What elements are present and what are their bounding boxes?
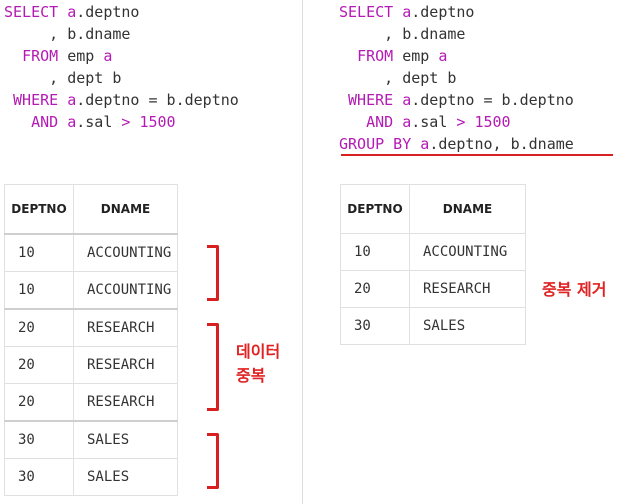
right-result-table: DEPTNO DNAME 10 ACCOUNTING 20 RESEARCH 3… bbox=[340, 184, 526, 345]
sql-keyword: AND bbox=[31, 113, 59, 131]
cell-dname: SALES bbox=[73, 458, 178, 496]
column-header-deptno: DEPTNO bbox=[340, 184, 410, 234]
cell-dname: ACCOUNTING bbox=[409, 233, 526, 271]
sql-keyword: FROM bbox=[357, 47, 394, 65]
sql-alias: a bbox=[67, 113, 77, 131]
table-header-row: DEPTNO DNAME bbox=[340, 184, 526, 234]
bracket-sales-group bbox=[207, 433, 219, 489]
sql-text: b.dname bbox=[402, 25, 466, 43]
table-row: 10 ACCOUNTING bbox=[4, 233, 178, 272]
cell-dname: SALES bbox=[409, 307, 526, 345]
column-header-deptno: DEPTNO bbox=[4, 184, 74, 235]
cell-dname: SALES bbox=[73, 420, 178, 459]
cell-deptno: 30 bbox=[340, 307, 410, 345]
right-sql-query: SELECT a.deptno , b.dname FROM emp a , d… bbox=[339, 1, 574, 155]
cell-deptno: 10 bbox=[340, 233, 410, 271]
bracket-research-group bbox=[207, 323, 219, 411]
sql-keyword: WHERE bbox=[13, 91, 59, 109]
annotation-line: 데이터 bbox=[236, 342, 281, 361]
sql-keyword: FROM bbox=[22, 47, 59, 65]
sql-alias: a bbox=[420, 135, 430, 153]
sql-text: , bbox=[384, 69, 403, 87]
annotation-line: 중복 bbox=[236, 366, 266, 385]
sql-text: .sal bbox=[411, 113, 448, 131]
sql-text: emp bbox=[67, 47, 95, 65]
sql-text: dept b bbox=[67, 69, 122, 87]
cell-dname: RESEARCH bbox=[73, 383, 178, 422]
table-row: 20 RESEARCH bbox=[340, 270, 526, 308]
cell-dname: ACCOUNTING bbox=[73, 271, 178, 310]
sql-text: emp bbox=[402, 47, 430, 65]
sql-operator: > bbox=[456, 113, 466, 131]
sql-text: , bbox=[49, 25, 68, 43]
sql-text: , bbox=[384, 25, 403, 43]
cell-deptno: 10 bbox=[4, 233, 74, 272]
table-row: 10 ACCOUNTING bbox=[340, 233, 526, 271]
group-by-underline bbox=[341, 154, 613, 156]
sql-alias: a bbox=[438, 47, 448, 65]
cell-dname: RESEARCH bbox=[73, 308, 178, 347]
sql-text: dept b bbox=[402, 69, 457, 87]
sql-keyword: WHERE bbox=[348, 91, 394, 109]
sql-alias: a bbox=[67, 3, 77, 21]
sql-text: .deptno = b.deptno bbox=[76, 91, 239, 109]
sql-text: .deptno bbox=[76, 3, 140, 21]
sql-operator: > bbox=[121, 113, 131, 131]
sql-alias: a bbox=[103, 47, 113, 65]
cell-deptno: 20 bbox=[4, 346, 74, 384]
cell-deptno: 20 bbox=[340, 270, 410, 308]
table-row: 20 RESEARCH bbox=[4, 308, 178, 347]
sql-number: 1500 bbox=[139, 113, 176, 131]
sql-text: .deptno = b.deptno bbox=[411, 91, 574, 109]
sql-text: .deptno, b.dname bbox=[429, 135, 574, 153]
annotation-data-duplicate: 데이터 중복 bbox=[236, 340, 280, 388]
bracket-accounting-group bbox=[207, 245, 219, 301]
cell-deptno: 30 bbox=[4, 458, 74, 496]
sql-keyword: AND bbox=[366, 113, 394, 131]
cell-dname: ACCOUNTING bbox=[73, 233, 178, 272]
sql-text: .deptno bbox=[411, 3, 475, 21]
panel-divider bbox=[302, 0, 303, 504]
sql-alias: a bbox=[402, 91, 412, 109]
cell-deptno: 30 bbox=[4, 420, 74, 459]
cell-deptno: 10 bbox=[4, 271, 74, 310]
left-sql-query: SELECT a.deptno , b.dname FROM emp a , d… bbox=[4, 1, 239, 133]
sql-keyword: SELECT bbox=[339, 3, 394, 21]
table-row: 30 SALES bbox=[4, 420, 178, 459]
cell-deptno: 20 bbox=[4, 383, 74, 422]
table-row: 20 RESEARCH bbox=[4, 383, 178, 422]
table-header-row: DEPTNO DNAME bbox=[4, 184, 178, 235]
sql-number: 1500 bbox=[474, 113, 511, 131]
sql-alias: a bbox=[402, 3, 412, 21]
table-row: 30 SALES bbox=[4, 458, 178, 496]
sql-keyword: GROUP BY bbox=[339, 135, 412, 153]
sql-alias: a bbox=[402, 113, 412, 131]
column-header-dname: DNAME bbox=[73, 184, 178, 235]
sql-text: .sal bbox=[76, 113, 113, 131]
cell-deptno: 20 bbox=[4, 308, 74, 347]
sql-keyword: SELECT bbox=[4, 3, 59, 21]
table-row: 10 ACCOUNTING bbox=[4, 271, 178, 310]
sql-alias: a bbox=[67, 91, 77, 109]
table-row: 30 SALES bbox=[340, 307, 526, 345]
sql-text: b.dname bbox=[67, 25, 131, 43]
annotation-dedup: 중복 제거 bbox=[542, 280, 607, 299]
cell-dname: RESEARCH bbox=[73, 346, 178, 384]
table-row: 20 RESEARCH bbox=[4, 346, 178, 384]
cell-dname: RESEARCH bbox=[409, 270, 526, 308]
column-header-dname: DNAME bbox=[409, 184, 526, 234]
sql-text: , bbox=[49, 69, 68, 87]
left-result-table: DEPTNO DNAME 10 ACCOUNTING 10 ACCOUNTING… bbox=[4, 184, 178, 496]
